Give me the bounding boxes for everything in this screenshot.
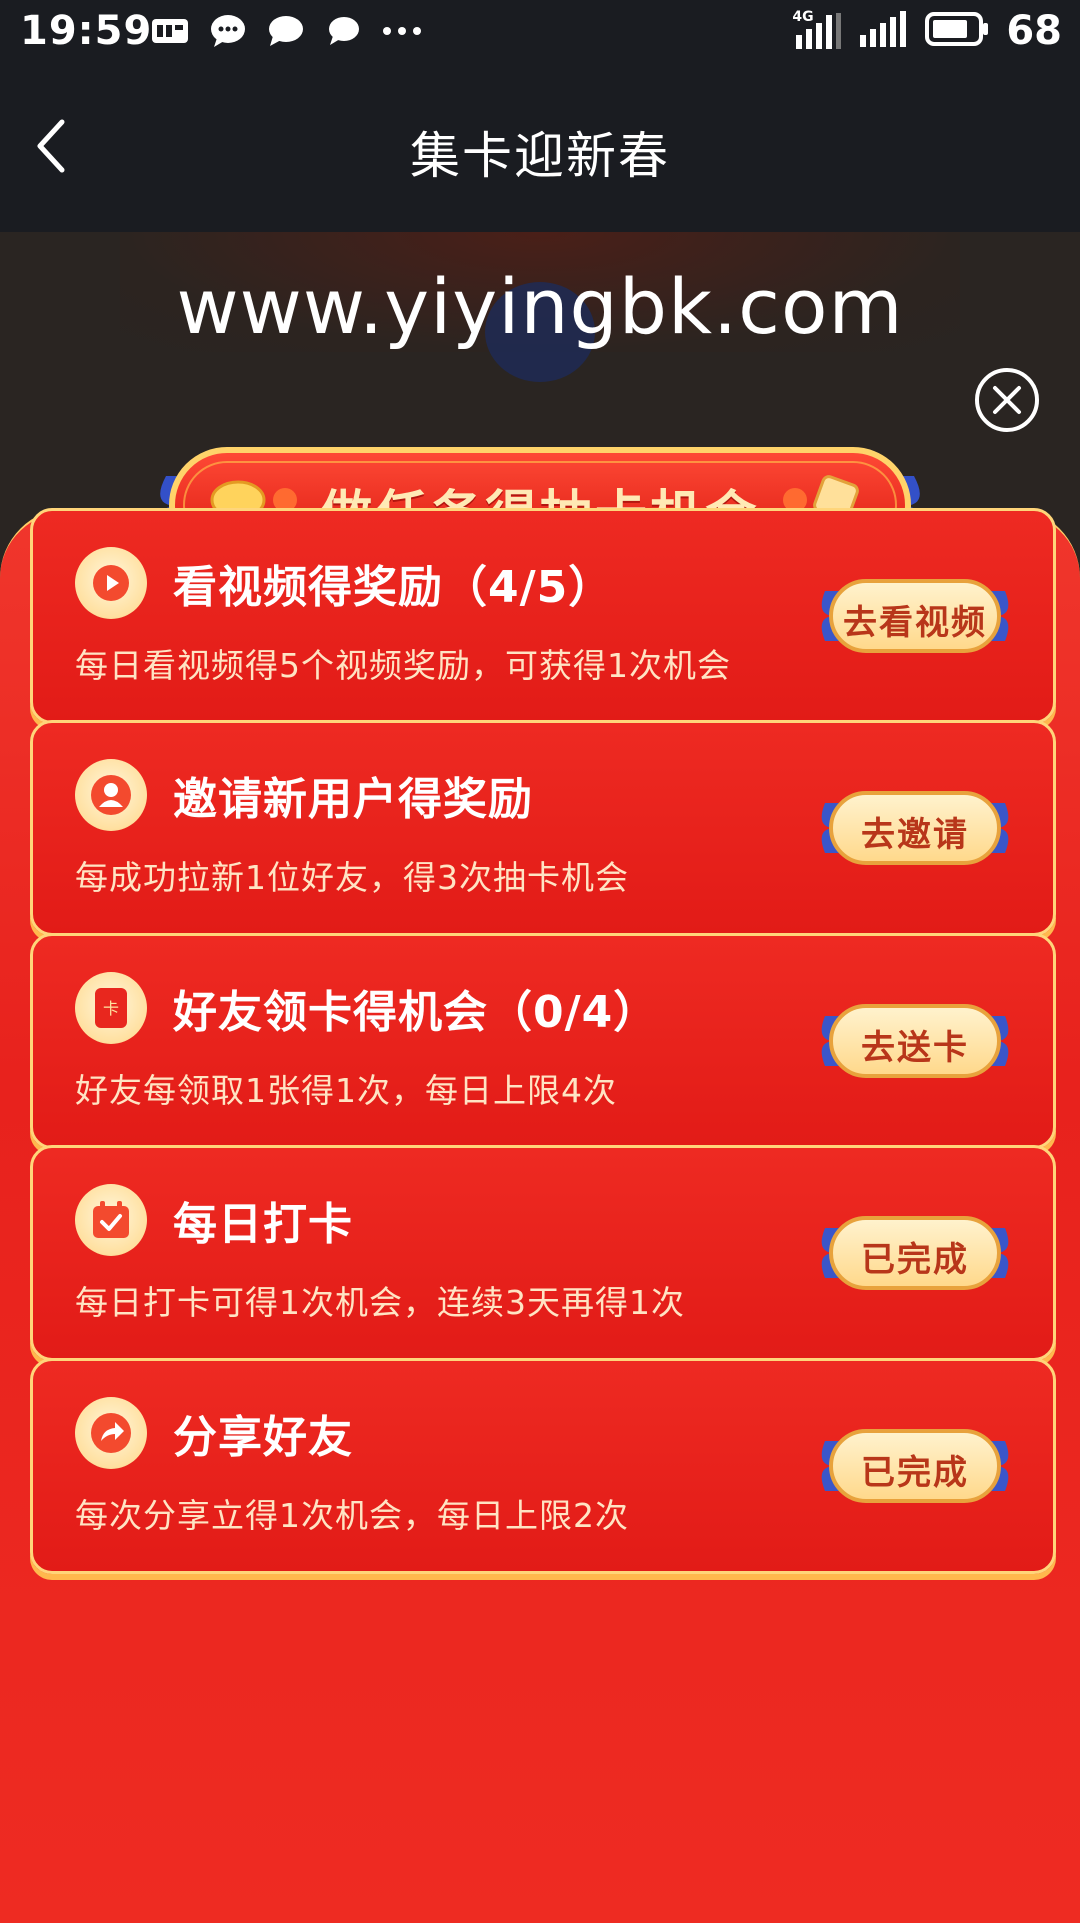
calendar-check-icon <box>75 1184 147 1256</box>
signal-icon <box>858 9 908 53</box>
task-action-button[interactable]: 去邀请 <box>815 789 1015 867</box>
task-button-label: 去送卡 <box>861 1028 969 1068</box>
close-icon <box>993 386 1021 414</box>
task-description: 每次分享立得1次机会，每日上限2次 <box>75 1496 629 1535</box>
close-button[interactable] <box>975 368 1039 432</box>
task-description: 好友每领取1张得1次，每日上限4次 <box>75 1071 617 1110</box>
chat-bubble-icon <box>266 14 306 48</box>
card-icon: 卡 <box>75 972 147 1044</box>
task-description: 每成功拉新1位好友，得3次抽卡机会 <box>75 858 629 897</box>
battery-icon <box>924 11 990 51</box>
play-icon <box>75 547 147 619</box>
task-button-label: 去邀请 <box>861 815 969 855</box>
signal-icon: 4G <box>792 9 842 51</box>
user-icon <box>75 759 147 831</box>
task-title: 看视频得奖励（4/5） <box>173 562 614 613</box>
svg-text:卡: 卡 <box>103 999 119 1018</box>
task-description: 每日看视频得5个视频奖励，可获得1次机会 <box>75 646 731 685</box>
status-bar: 19:59 4G 68 <box>0 0 1080 66</box>
chat-bubble-icon <box>324 14 364 48</box>
task-card: 看视频得奖励（4/5） 每日看视频得5个视频奖励，可获得1次机会 去看视频 <box>30 508 1056 724</box>
task-card: 分享好友每次分享立得1次机会，每日上限2次 已完成 <box>30 1358 1056 1574</box>
nav-bar: 集卡迎新春 <box>0 66 1080 232</box>
share-icon <box>75 1397 147 1469</box>
task-action-button[interactable]: 去看视频 <box>815 577 1015 655</box>
page-title: 集卡迎新春 <box>410 127 670 185</box>
task-card: 邀请新用户得奖励每成功拉新1位好友，得3次抽卡机会 去邀请 <box>30 720 1056 936</box>
status-time: 19:59 <box>20 8 153 54</box>
task-title: 好友领卡得机会（0/4） <box>173 987 659 1038</box>
status-right: 4G 68 <box>792 8 1062 54</box>
watermark-text: www.yiyingbk.com <box>176 262 904 351</box>
battery-level: 68 <box>1006 8 1062 54</box>
task-button-label: 已完成 <box>861 1240 969 1280</box>
task-action-button[interactable]: 已完成 <box>815 1427 1015 1505</box>
sim-card-icon <box>150 14 190 48</box>
task-button-label: 已完成 <box>861 1453 969 1493</box>
task-button-label: 去看视频 <box>843 603 987 643</box>
message-bubble-icon <box>208 14 248 48</box>
task-description: 每日打卡可得1次机会，连续3天再得1次 <box>75 1283 685 1322</box>
task-title: 每日打卡 <box>173 1199 353 1250</box>
task-title: 分享好友 <box>173 1412 353 1463</box>
task-card: 卡 好友领卡得机会（0/4） 好友每领取1张得1次，每日上限4次 去送卡 <box>30 933 1056 1149</box>
task-action-button[interactable]: 已完成 <box>815 1214 1015 1292</box>
notification-icons <box>150 14 422 48</box>
task-title: 邀请新用户得奖励 <box>173 774 533 825</box>
more-dots-icon <box>382 14 422 48</box>
task-card: 每日打卡每日打卡可得1次机会，连续3天再得1次 已完成 <box>30 1145 1056 1361</box>
task-action-button[interactable]: 去送卡 <box>815 1002 1015 1080</box>
